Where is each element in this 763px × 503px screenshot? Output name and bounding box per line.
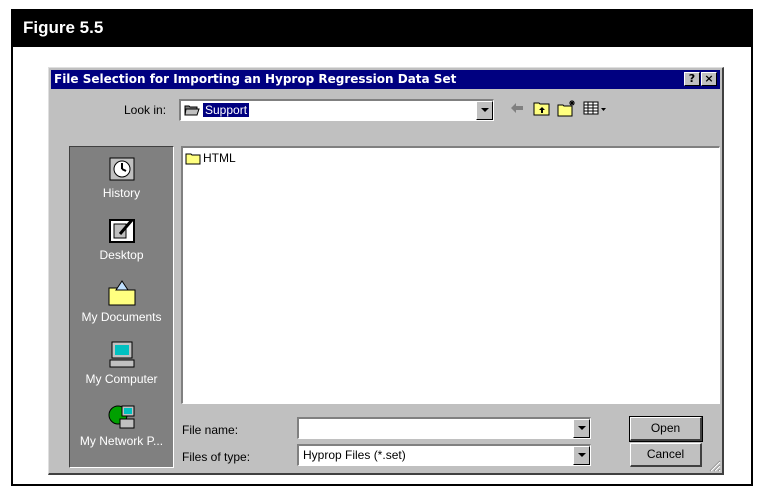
file-dialog: File Selection for Importing an Hyprop R… — [48, 67, 724, 475]
figure-title: Figure 5.5 — [23, 18, 104, 37]
dialog-title: File Selection for Importing an Hyprop R… — [54, 72, 457, 86]
file-list[interactable]: HTML — [181, 146, 720, 404]
back-button[interactable] — [509, 101, 527, 121]
figure-header: Figure 5.5 — [13, 11, 751, 47]
file-name-input[interactable] — [297, 417, 591, 439]
place-my-documents[interactable]: My Documents — [70, 275, 173, 337]
history-icon — [109, 157, 134, 181]
my-network-places-icon — [108, 405, 134, 429]
look-in-dropdown-button[interactable] — [476, 101, 493, 120]
up-folder-button[interactable] — [533, 100, 553, 120]
file-name-dropdown-button[interactable] — [573, 419, 590, 438]
look-in-combo[interactable]: Support — [179, 99, 494, 121]
place-my-computer-label: My Computer — [85, 372, 158, 386]
list-item[interactable]: HTML — [185, 150, 236, 166]
file-type-value: Hyprop Files (*.set) — [303, 448, 406, 462]
place-my-network-label: My Network P... — [79, 434, 164, 448]
up-folder-icon — [533, 102, 550, 116]
file-type-label: Files of type: — [182, 450, 251, 464]
resize-grip-icon[interactable] — [709, 460, 721, 472]
cancel-button[interactable]: Cancel — [630, 443, 702, 467]
new-folder-button[interactable] — [557, 99, 579, 119]
open-button[interactable]: Open — [629, 416, 703, 442]
place-my-documents-label: My Documents — [81, 310, 162, 324]
file-type-dropdown-button[interactable] — [573, 446, 590, 465]
folder-icon — [185, 153, 201, 164]
view-menu-button[interactable] — [583, 100, 609, 120]
place-my-computer[interactable]: My Computer — [70, 337, 173, 399]
help-button[interactable]: ? — [684, 72, 700, 86]
look-in-value: Support — [203, 103, 250, 117]
place-history-label: History — [102, 186, 141, 200]
close-button[interactable]: × — [701, 72, 717, 86]
places-bar: History Desktop My Documents My Computer… — [69, 146, 174, 468]
place-history[interactable]: History — [70, 151, 173, 213]
place-desktop[interactable]: Desktop — [70, 213, 173, 275]
place-desktop-label: Desktop — [99, 248, 144, 262]
dialog-titlebar[interactable]: File Selection for Importing an Hyprop R… — [51, 70, 720, 89]
new-folder-icon — [557, 100, 575, 117]
file-item-name: HTML — [203, 151, 236, 165]
folder-open-icon — [184, 105, 200, 116]
back-arrow-icon — [511, 103, 523, 113]
file-type-select[interactable]: Hyprop Files (*.set) — [297, 444, 591, 466]
my-documents-icon — [108, 280, 135, 306]
figure-frame: Figure 5.5 File Selection for Importing … — [11, 9, 753, 486]
details-view-icon — [583, 101, 606, 115]
my-computer-icon — [109, 341, 134, 368]
desktop-icon — [108, 219, 135, 243]
file-name-label: File name: — [182, 423, 239, 437]
place-my-network[interactable]: My Network P... — [70, 399, 173, 461]
look-in-label: Look in: — [124, 103, 167, 117]
